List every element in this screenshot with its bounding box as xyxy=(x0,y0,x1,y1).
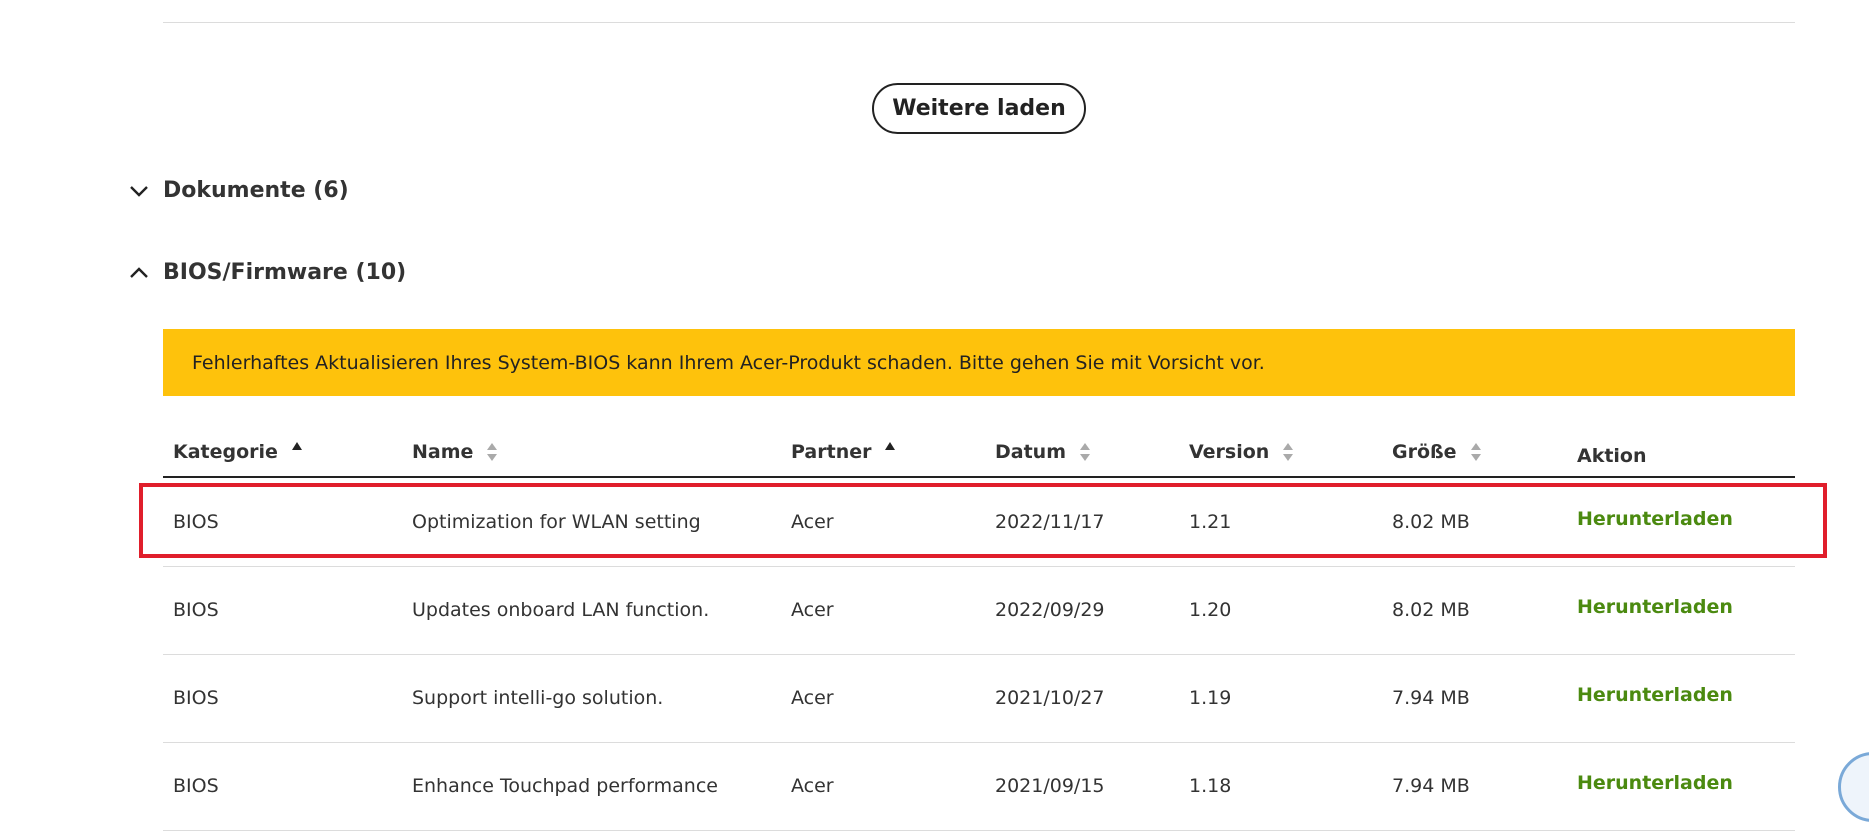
cell-partner: Acer xyxy=(791,599,834,621)
section-title: BIOS/Firmware (10) xyxy=(163,260,407,285)
load-more-button[interactable]: Weitere laden xyxy=(872,83,1086,134)
sort-ascending-icon xyxy=(885,442,896,450)
sort-ascending-icon xyxy=(291,442,302,450)
cell-groesse: 7.94 MB xyxy=(1392,775,1470,797)
section-title: Dokumente (6) xyxy=(163,178,349,203)
download-link[interactable]: Herunterladen xyxy=(1577,475,1733,563)
column-header-groesse[interactable]: Größe xyxy=(1392,428,1481,476)
cell-datum: 2021/10/27 xyxy=(995,687,1105,709)
bios-warning-banner: Fehlerhaftes Aktualisieren Ihres System-… xyxy=(163,329,1795,396)
cell-partner: Acer xyxy=(791,687,834,709)
cell-kategorie: BIOS xyxy=(173,511,219,533)
cell-name: Support intelli-go solution. xyxy=(412,687,664,709)
table-header: Kategorie Name Partner Datum Version Grö… xyxy=(163,428,1795,478)
sort-icon xyxy=(1080,443,1090,461)
cell-name: Optimization for WLAN setting xyxy=(412,511,701,533)
cell-datum: 2021/09/15 xyxy=(995,775,1105,797)
cell-version: 1.20 xyxy=(1189,599,1232,621)
chevron-down-icon xyxy=(130,185,148,197)
cell-groesse: 8.02 MB xyxy=(1392,511,1470,533)
top-divider xyxy=(163,22,1795,23)
sort-icon xyxy=(487,443,498,461)
section-dokumente[interactable]: Dokumente (6) xyxy=(128,178,349,203)
column-header-aktion: Aktion xyxy=(1577,445,1647,467)
cell-name: Updates onboard LAN function. xyxy=(412,599,710,621)
cell-version: 1.18 xyxy=(1189,775,1232,797)
sort-icon xyxy=(1470,443,1481,461)
cell-datum: 2022/09/29 xyxy=(995,599,1105,621)
cell-partner: Acer xyxy=(791,511,834,533)
cell-datum: 2022/11/17 xyxy=(995,511,1105,533)
cell-kategorie: BIOS xyxy=(173,775,219,797)
download-link[interactable]: Herunterladen xyxy=(1577,739,1733,827)
cell-kategorie: BIOS xyxy=(173,687,219,709)
feedback-bubble-icon[interactable] xyxy=(1838,752,1869,822)
sort-icon xyxy=(1283,443,1294,461)
column-header-name[interactable]: Name xyxy=(412,428,498,476)
download-link[interactable]: Herunterladen xyxy=(1577,563,1733,651)
table-row: BIOS Updates onboard LAN function. Acer … xyxy=(163,566,1795,655)
chevron-up-icon xyxy=(130,266,148,278)
section-bios-firmware[interactable]: BIOS/Firmware (10) xyxy=(128,260,406,285)
download-link[interactable]: Herunterladen xyxy=(1577,651,1733,739)
cell-version: 1.19 xyxy=(1189,687,1232,709)
table-row: BIOS Optimization for WLAN setting Acer … xyxy=(163,478,1795,567)
cell-groesse: 7.94 MB xyxy=(1392,687,1470,709)
column-header-datum[interactable]: Datum xyxy=(995,428,1090,476)
column-header-version[interactable]: Version xyxy=(1189,428,1294,476)
table-row: BIOS Support intelli-go solution. Acer 2… xyxy=(163,654,1795,743)
cell-groesse: 8.02 MB xyxy=(1392,599,1470,621)
cell-kategorie: BIOS xyxy=(173,599,219,621)
table-row: BIOS Enhance Touchpad performance Acer 2… xyxy=(163,742,1795,831)
cell-name: Enhance Touchpad performance xyxy=(412,775,718,797)
cell-partner: Acer xyxy=(791,775,834,797)
column-header-partner[interactable]: Partner xyxy=(791,428,896,476)
warning-text: Fehlerhaftes Aktualisieren Ihres System-… xyxy=(192,351,1265,374)
cell-version: 1.21 xyxy=(1189,511,1232,533)
column-header-kategorie[interactable]: Kategorie xyxy=(173,428,302,476)
